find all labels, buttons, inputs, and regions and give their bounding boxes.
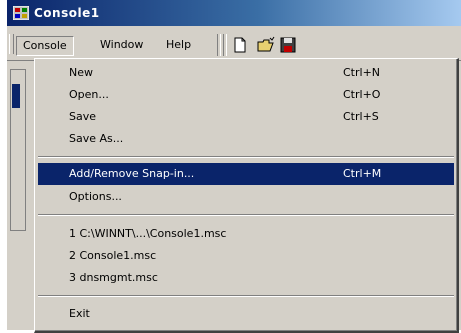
- child-window[interactable]: [10, 69, 26, 231]
- menu-item-label: Exit: [69, 307, 90, 320]
- save-disk-icon[interactable]: [279, 36, 297, 54]
- menu-item-exit[interactable]: Exit: [38, 303, 454, 325]
- menu-item-options[interactable]: Options...: [38, 186, 454, 208]
- menu-item-save[interactable]: Save Ctrl+S: [38, 106, 454, 128]
- menu-item-shortcut: Ctrl+S: [343, 110, 379, 123]
- menu-item-label: New: [69, 66, 93, 79]
- menu-help[interactable]: Help: [160, 36, 197, 54]
- menu-item-label: 1 C:\WINNT\...\Console1.msc: [69, 227, 227, 240]
- menu-item-label: Options...: [69, 190, 122, 203]
- menu-item-label: Add/Remove Snap-in...: [69, 167, 195, 180]
- menu-item-label: Save As...: [69, 132, 124, 145]
- menu-item-label: 2 Console1.msc: [69, 249, 157, 262]
- menu-item-add-remove-snap-in[interactable]: Add/Remove Snap-in... Ctrl+M: [38, 163, 454, 185]
- menu-item-label: Open...: [69, 88, 109, 101]
- toolbar-separator: [223, 34, 227, 56]
- menu-item-recent-1[interactable]: 1 C:\WINNT\...\Console1.msc: [38, 223, 454, 245]
- menu-separator: [38, 214, 454, 216]
- child-window-titlebar[interactable]: [12, 84, 20, 108]
- mmc-window: Console1 Console Window Help New Ctrl+N …: [6, 0, 461, 333]
- menu-separator: [38, 156, 454, 158]
- toolbar-separator: [217, 34, 221, 56]
- menu-console[interactable]: Console: [16, 36, 74, 56]
- menu-item-new[interactable]: New Ctrl+N: [38, 62, 454, 84]
- mdi-client-area: [7, 61, 29, 330]
- menu-separator: [38, 295, 454, 297]
- menu-item-shortcut: Ctrl+N: [343, 66, 381, 79]
- menubar-grip[interactable]: [9, 34, 14, 54]
- menu-item-save-as[interactable]: Save As...: [38, 128, 454, 150]
- window-title: Console1: [34, 6, 100, 20]
- new-document-icon[interactable]: [231, 36, 249, 54]
- menu-item-shortcut: Ctrl+O: [343, 88, 381, 101]
- menu-item-recent-2[interactable]: 2 Console1.msc: [38, 245, 454, 267]
- open-folder-icon[interactable]: [257, 36, 275, 54]
- menu-item-open[interactable]: Open... Ctrl+O: [38, 84, 454, 106]
- menu-bar: Console Window Help: [7, 26, 461, 61]
- menu-item-label: Save: [69, 110, 97, 123]
- menu-item-recent-3[interactable]: 3 dnsmgmt.msc: [38, 267, 454, 289]
- menu-window[interactable]: Window: [94, 36, 149, 54]
- mmc-app-icon[interactable]: [12, 5, 30, 21]
- menu-item-label: 3 dnsmgmt.msc: [69, 271, 158, 284]
- console-menu-dropdown: New Ctrl+N Open... Ctrl+O Save Ctrl+S Sa…: [34, 58, 459, 333]
- title-bar[interactable]: Console1: [7, 0, 461, 26]
- menu-item-shortcut: Ctrl+M: [343, 167, 382, 180]
